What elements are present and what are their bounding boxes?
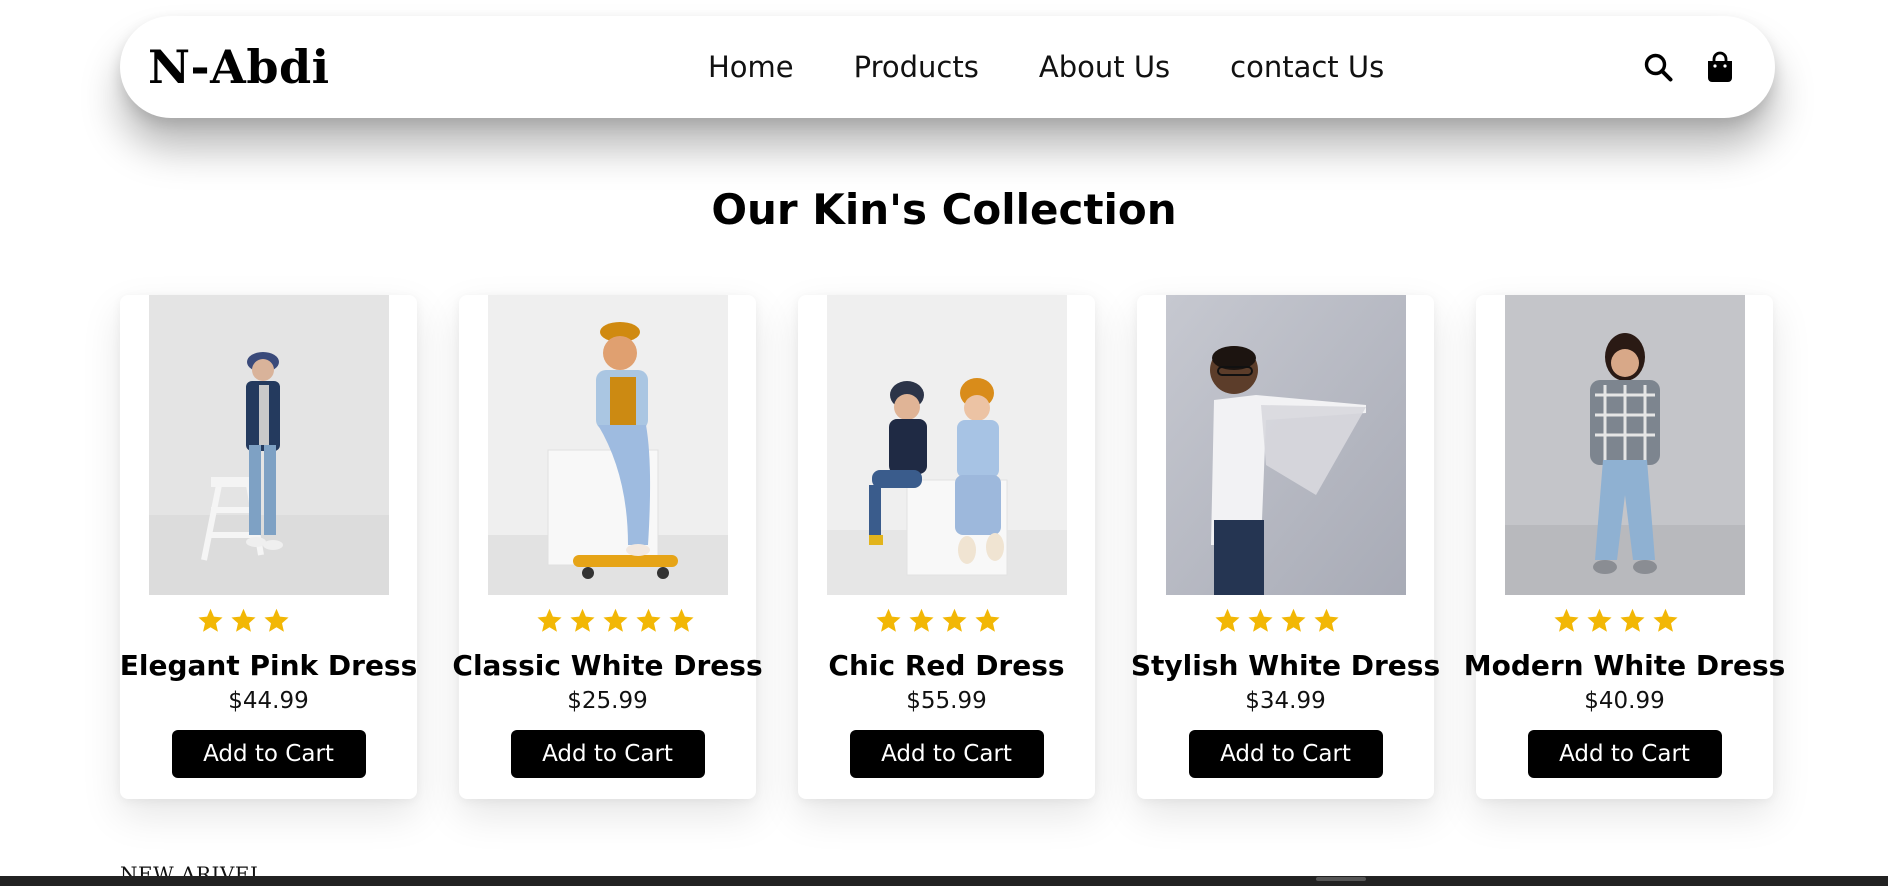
nav-icons	[1641, 50, 1737, 84]
rating-stars	[488, 605, 728, 635]
taskbar-tab[interactable]	[1316, 877, 1366, 881]
star-icon	[1214, 608, 1240, 632]
star-icon	[635, 608, 661, 632]
star-icon	[263, 608, 289, 632]
star-icon	[536, 608, 562, 632]
product-card: Modern White Dress $40.99 Add to Cart	[1464, 295, 1785, 799]
star-icon	[974, 608, 1000, 632]
product-price: $40.99	[1584, 688, 1665, 714]
collection-title: Our Kin's Collection	[711, 185, 1177, 234]
product-card: Classic White Dress $25.99 Add to Cart	[452, 295, 763, 799]
rating-stars	[827, 605, 1067, 635]
product-price: $34.99	[1245, 688, 1326, 714]
star-icon	[1586, 608, 1612, 632]
star-icon	[1247, 608, 1273, 632]
add-to-cart-button[interactable]: Add to Cart	[171, 730, 366, 778]
star-icon	[197, 608, 223, 632]
brand-logo[interactable]: N-Abdi	[148, 40, 668, 94]
star-icon	[1652, 608, 1678, 632]
product-image[interactable]	[148, 295, 389, 595]
search-icon[interactable]	[1641, 50, 1675, 84]
add-to-cart-button[interactable]: Add to Cart	[849, 730, 1044, 778]
star-icon	[875, 608, 901, 632]
star-icon	[602, 608, 628, 632]
product-name: Classic White Dress	[452, 649, 763, 682]
add-to-cart-button[interactable]: Add to Cart	[1188, 730, 1383, 778]
product-price: $55.99	[906, 688, 987, 714]
product-card: Stylish White Dress $34.99 Add to Cart	[1131, 295, 1440, 799]
product-image[interactable]	[1165, 295, 1406, 595]
star-icon	[668, 608, 694, 632]
rating-stars	[1166, 605, 1406, 635]
rating-stars	[149, 605, 389, 635]
star-icon	[1313, 608, 1339, 632]
star-icon	[230, 608, 256, 632]
product-name: Chic Red Dress	[828, 649, 1065, 682]
product-name: Stylish White Dress	[1130, 649, 1441, 682]
star-icon	[1619, 608, 1645, 632]
taskbar	[0, 876, 1888, 886]
product-grid: Elegant Pink Dress $44.99 Add to Cart Cl…	[120, 295, 1785, 799]
add-to-cart-button[interactable]: Add to Cart	[510, 730, 705, 778]
star-icon	[941, 608, 967, 632]
product-name: Modern White Dress	[1463, 649, 1786, 682]
nav-link-home[interactable]: Home	[708, 50, 794, 84]
shopping-bag-icon[interactable]	[1703, 50, 1737, 84]
nav-link-products[interactable]: Products	[854, 50, 979, 84]
product-image[interactable]	[487, 295, 728, 595]
product-image[interactable]	[826, 295, 1067, 595]
product-card: Elegant Pink Dress $44.99 Add to Cart	[120, 295, 417, 799]
product-price: $44.99	[228, 688, 309, 714]
navbar: N-Abdi Home Products About Us contact Us	[120, 16, 1775, 118]
add-to-cart-button[interactable]: Add to Cart	[1527, 730, 1722, 778]
star-icon	[908, 608, 934, 632]
star-icon	[1553, 608, 1579, 632]
product-price: $25.99	[567, 688, 648, 714]
product-card: Chic Red Dress $55.99 Add to Cart	[798, 295, 1095, 799]
nav-link-contact-us[interactable]: contact Us	[1230, 50, 1384, 84]
product-image[interactable]	[1504, 295, 1745, 595]
star-icon	[569, 608, 595, 632]
rating-stars	[1505, 605, 1745, 635]
product-name: Elegant Pink Dress	[119, 649, 418, 682]
nav-links: Home Products About Us contact Us	[708, 50, 1384, 84]
nav-link-about-us[interactable]: About Us	[1039, 50, 1170, 84]
star-icon	[1280, 608, 1306, 632]
